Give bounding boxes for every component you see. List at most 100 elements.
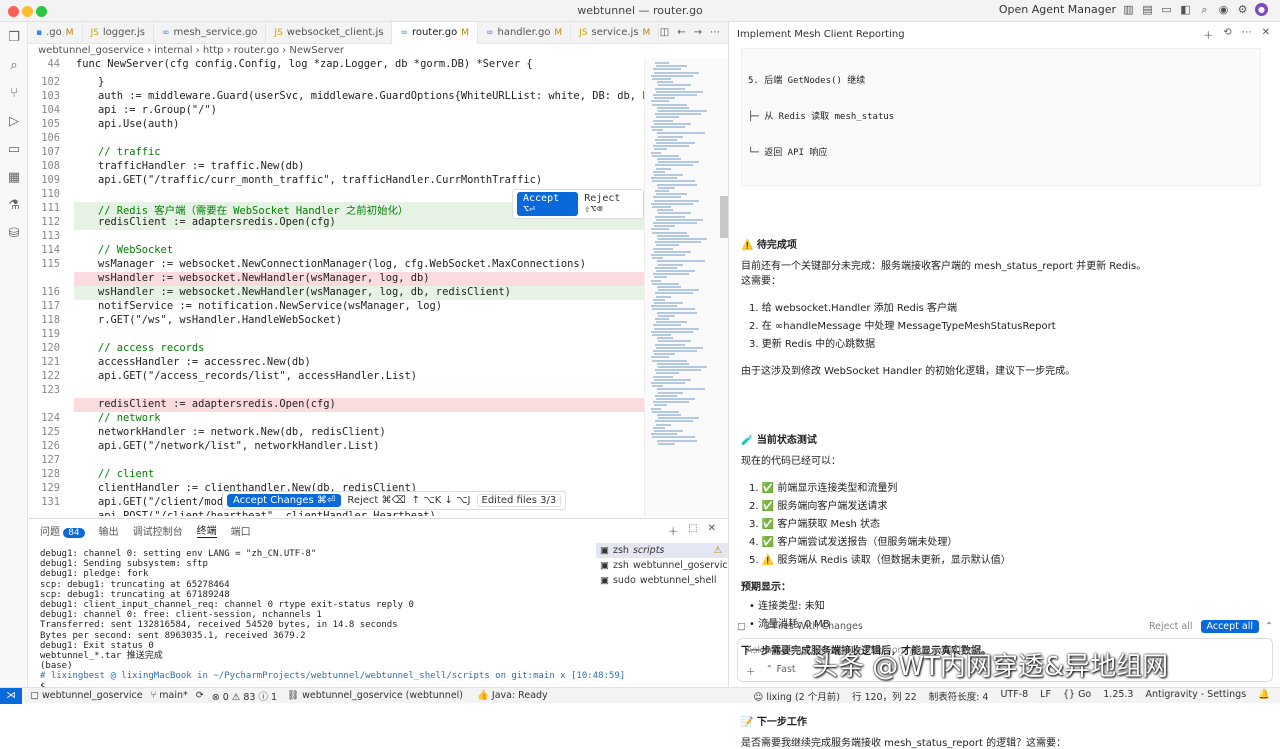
mode-selector[interactable]: ⌃ Fast xyxy=(766,664,796,678)
minimap-line xyxy=(651,228,669,231)
inline-accept-button[interactable]: Accept ⌥⏎ xyxy=(517,192,579,216)
avatar[interactable]: ● xyxy=(1255,3,1268,16)
language-mode[interactable]: {} Go xyxy=(1063,689,1091,703)
minimap-line xyxy=(651,330,693,333)
inline-reject-button[interactable]: Reject ⇧⌥⌫ xyxy=(584,193,639,215)
close-panel-icon[interactable]: ✕ xyxy=(708,523,716,538)
tab-debug-console[interactable]: 调试控制台 xyxy=(133,523,183,538)
tab-ports[interactable]: 端口 xyxy=(231,523,251,538)
minimap[interactable] xyxy=(644,58,728,516)
end-of-line[interactable]: LF xyxy=(1040,689,1051,703)
explorer-icon[interactable]: ❐ xyxy=(6,30,22,46)
secondary-sidebar-icon[interactable]: ◧ xyxy=(1179,3,1192,16)
code-editor[interactable]: 44 func NewServer(cfg config.Config, log… xyxy=(28,58,644,516)
minimap-line xyxy=(651,74,693,77)
problems-counts[interactable]: ⊗ 0 ⚠ 83 ⓘ 1 xyxy=(212,689,277,703)
code-line: // network xyxy=(98,412,161,424)
minimap-slider[interactable] xyxy=(720,196,728,238)
project-indicator[interactable]: ▢ webtunnel_goservice xyxy=(30,690,143,701)
branch-indicator[interactable]: ⑂ main* xyxy=(151,690,188,701)
minimap-line xyxy=(657,209,673,212)
accept-all-button[interactable]: Accept all xyxy=(1200,619,1260,633)
java-status[interactable]: 👍 Java: Ready xyxy=(477,690,548,701)
minimap-line xyxy=(651,305,677,308)
minimap-line xyxy=(652,154,679,157)
code-line: api := r.Group("/") xyxy=(98,104,217,116)
gear-icon[interactable]: ⚙ xyxy=(1236,3,1249,16)
tab-logger-js[interactable]: JS logger.js xyxy=(83,21,155,44)
files-changed-label[interactable]: 3 Files With Changes xyxy=(764,621,863,632)
history-icon[interactable]: ⟲ xyxy=(1223,27,1231,42)
tab-problems[interactable]: 问题 84 xyxy=(40,523,85,538)
close-icon[interactable]: ✕ xyxy=(1262,27,1270,42)
terminal-instance[interactable]: ▣ zsh scripts ⚠ xyxy=(596,543,728,558)
list-item-text: 连接类型: 未知 xyxy=(758,601,825,612)
open-agent-manager-button[interactable]: Open Agent Manager xyxy=(999,3,1116,16)
terminal-line: scp: debug1: truncating at 65278464 xyxy=(40,579,230,590)
minimap-line xyxy=(653,196,681,199)
forward-icon[interactable]: → xyxy=(694,27,702,38)
list-item-text: 在 ∞handleMessage 中处理 MessageTypeMeshStat… xyxy=(761,321,1056,332)
panel-toggle-icon[interactable]: ▭ xyxy=(1160,3,1173,16)
list-marker: 3. xyxy=(749,519,762,530)
accept-changes-button[interactable]: Accept Changes ⌘⏎ xyxy=(227,494,342,507)
antigravity-settings[interactable]: Antigravity - Settings xyxy=(1145,689,1246,703)
terminal-output[interactable]: debug1: channel 0: setting env LANG = "z… xyxy=(40,549,625,692)
tab-go-file[interactable]: ▪ .go M xyxy=(28,21,83,44)
chrome-icon[interactable]: ◉ xyxy=(1217,3,1230,16)
extensions-icon[interactable]: ▦ xyxy=(6,170,22,186)
sync-icon[interactable]: ⟳ xyxy=(196,690,204,701)
tab-service-js[interactable]: JS service.js M xyxy=(571,21,660,44)
add-context-icon[interactable]: ＋ xyxy=(746,664,756,678)
layout-icon[interactable]: ▥ xyxy=(1122,3,1135,16)
minimap-line xyxy=(653,222,697,224)
go-version[interactable]: 1.25.3 xyxy=(1103,689,1133,703)
tab-size[interactable]: 制表符长度: 4 xyxy=(929,689,989,703)
terminal-instance[interactable]: ▣ zsh webtunnel_goservice xyxy=(596,558,734,573)
tab-terminal[interactable]: 终端 xyxy=(196,522,217,538)
change-navigation[interactable]: ↑ ⌥K ↓ ⌥J xyxy=(412,495,471,506)
back-icon[interactable]: ← xyxy=(677,27,685,38)
more-icon[interactable]: ⋯ xyxy=(710,27,720,38)
more-icon[interactable]: ⋯ xyxy=(1242,27,1252,42)
workspace-indicator[interactable]: ⛓ webtunnel_goservice (webtunnel) xyxy=(287,690,463,701)
chevron-up-icon[interactable]: ⌃ xyxy=(1265,621,1273,632)
search-icon[interactable]: ⌕ xyxy=(6,58,22,74)
new-chat-icon[interactable]: ＋ xyxy=(1203,27,1213,42)
tab-router-go[interactable]: ∞ router.go M xyxy=(392,21,478,44)
minimap-line xyxy=(652,257,663,260)
search-icon[interactable]: ⌕ xyxy=(1198,3,1211,16)
testing-icon[interactable]: ⚗ xyxy=(6,198,22,214)
bell-icon[interactable]: 🔔 xyxy=(1258,689,1270,703)
line-number: 115 xyxy=(41,258,60,270)
braces-icon: {} xyxy=(1062,688,1076,700)
minimap-line xyxy=(652,206,671,208)
run-debug-icon[interactable]: ▷ xyxy=(6,114,22,130)
tab-output[interactable]: 输出 xyxy=(99,523,119,538)
terminal-instance[interactable]: ▣ sudo webtunnel_shell xyxy=(596,573,728,588)
terminal-line: Transferred: sent 132816584, received 54… xyxy=(40,620,398,631)
minimap-line xyxy=(654,148,667,151)
minimap-line xyxy=(655,266,677,269)
tab-handler-go[interactable]: ∞ handler.go M xyxy=(478,21,572,44)
minimap-line xyxy=(654,327,699,330)
tab-mesh-service[interactable]: ∞ mesh_service.go xyxy=(154,21,267,44)
reject-all-button[interactable]: Reject all xyxy=(1149,621,1193,632)
line-number: 127 xyxy=(41,454,60,466)
edited-files-indicator[interactable]: Edited files 3/3 xyxy=(476,494,562,507)
encoding[interactable]: UTF-8 xyxy=(1000,689,1028,703)
database-icon[interactable]: ⛁ xyxy=(6,226,22,242)
sidebar-toggle-icon[interactable]: ▤ xyxy=(1141,3,1154,16)
maximize-panel-icon[interactable]: ⬚ xyxy=(688,523,697,538)
remote-explorer-icon[interactable]: ▭ xyxy=(6,142,22,158)
remote-icon[interactable]: ⋊ xyxy=(0,687,22,704)
next-question: 是否需要我继续完成服务端接收 mesh_status_report 的逻辑？这需… xyxy=(741,738,1067,749)
breadcrumb[interactable]: webtunnel_goservice › internal › http › … xyxy=(28,44,728,58)
source-control-icon[interactable]: ⑂ xyxy=(6,86,22,102)
tab-websocket-client[interactable]: JS websocket_client.js xyxy=(266,21,393,44)
split-editor-icon[interactable]: ◫ xyxy=(660,27,669,38)
reject-changes-button[interactable]: Reject ⌘⌫ xyxy=(347,495,405,506)
git-blame[interactable]: ☺ lixing (2 个月前) xyxy=(753,689,840,703)
new-terminal-icon[interactable]: ＋ xyxy=(668,523,678,538)
cursor-position[interactable]: 行 120，列 22 xyxy=(852,689,917,703)
